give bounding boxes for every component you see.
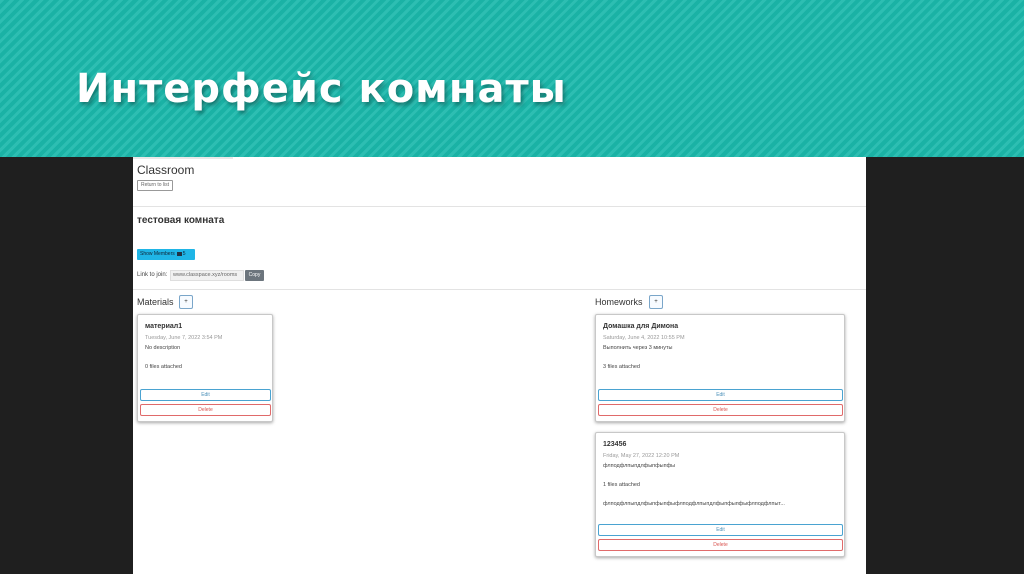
homework-date: Friday, May 27, 2022 12:20 PM [603, 453, 680, 459]
homework-delete-button[interactable]: Delete [598, 404, 843, 416]
homework-card: Домашка для Димона Saturday, June 4, 202… [595, 314, 845, 422]
join-link-field[interactable]: www.classpace.xyz/rooms [170, 270, 244, 281]
return-to-list-button[interactable]: Return to list [137, 180, 174, 191]
app-title: Classroom [137, 163, 195, 177]
material-files-count: 0 files attached [145, 364, 182, 370]
copy-link-button[interactable]: Copy [245, 270, 264, 281]
material-card: материал1 Tuesday, June 7, 2022 3:54 PM … [137, 314, 273, 422]
homework-delete-button[interactable]: Delete [598, 539, 843, 551]
join-link-label: Link to join: [137, 272, 168, 278]
users-icon [176, 251, 182, 256]
homework-description: флподфлпыпдлфыпфыпфы [603, 463, 676, 469]
homework-date: Saturday, June 4, 2022 10:55 PM [603, 335, 685, 341]
homework-attachment-text: флподфлпыпдлфыпфыпфыфлподфлпыпдлфыпфыпфы… [603, 501, 785, 507]
top-divider [133, 157, 233, 159]
homework-edit-button[interactable]: Edit [598, 524, 843, 536]
homework-files-count: 1 files attached [603, 482, 640, 488]
material-edit-button[interactable]: Edit [140, 389, 271, 401]
homeworks-title: Homeworks [595, 297, 643, 307]
room-name: тестовая комната [137, 215, 225, 226]
homework-edit-button[interactable]: Edit [598, 389, 843, 401]
header-divider [133, 206, 866, 207]
homework-files-count: 3 files attached [603, 364, 640, 370]
material-date: Tuesday, June 7, 2022 3:54 PM [145, 335, 223, 341]
homework-description: Выполнить через 3 минуты [603, 345, 673, 351]
material-delete-button[interactable]: Delete [140, 404, 271, 416]
homework-title: 123456 [603, 441, 627, 448]
show-members-button[interactable]: Show Members 5 [137, 249, 195, 260]
material-title: материал1 [145, 323, 183, 330]
homework-card: 123456 Friday, May 27, 2022 12:20 PM флп… [595, 432, 845, 557]
show-members-label: Show Members [140, 251, 175, 257]
slide-title: Интерфейс комнаты [76, 66, 567, 112]
homework-title: Домашка для Димона [603, 323, 679, 330]
add-material-button[interactable]: + [179, 295, 193, 309]
classroom-screenshot: Classroom Return to list тестовая комнат… [133, 157, 866, 574]
add-homework-button[interactable]: + [649, 295, 663, 309]
members-count: 5 [182, 251, 186, 257]
materials-title: Materials [137, 297, 174, 307]
material-description: No description [145, 345, 181, 351]
section-divider [133, 289, 866, 290]
